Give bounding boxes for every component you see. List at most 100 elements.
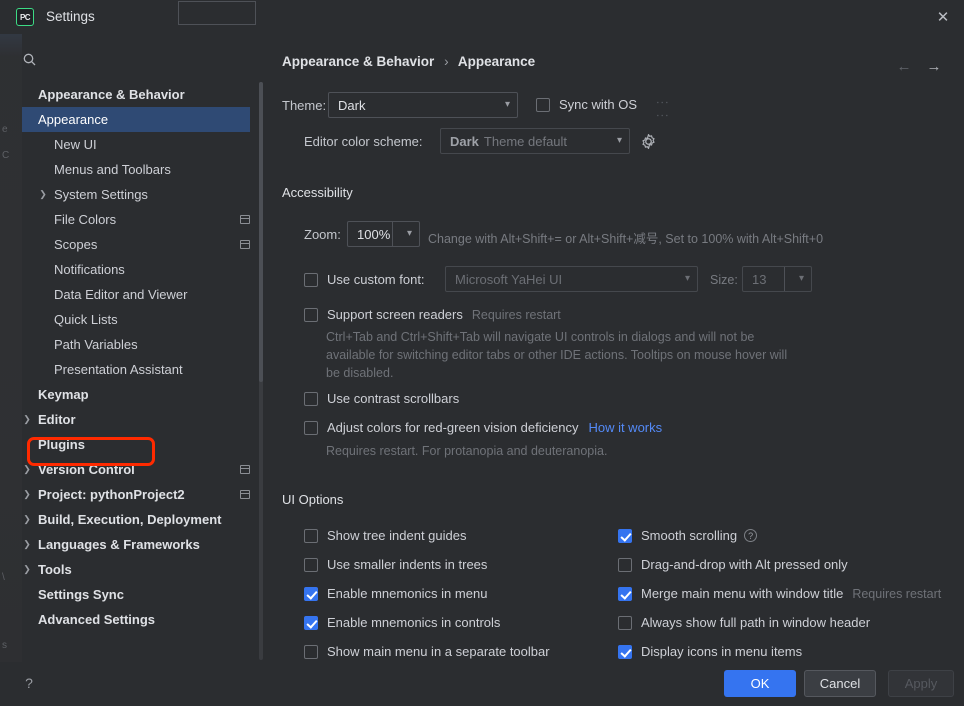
chevron-right-icon[interactable]: ❯ bbox=[22, 407, 32, 432]
use-contrast-scrollbars-checkbox[interactable]: Use contrast scrollbars bbox=[304, 391, 459, 406]
search-field-frame[interactable] bbox=[178, 1, 256, 25]
zoom-dropdown[interactable]: 100% ▾ bbox=[347, 221, 420, 247]
sidebar-item-tools[interactable]: ❯ Tools bbox=[22, 557, 266, 582]
help-icon[interactable]: ? bbox=[20, 674, 38, 692]
close-icon[interactable]: ✕ bbox=[932, 6, 954, 28]
project-scope-icon bbox=[240, 465, 250, 474]
red-green-deficiency-description: Requires restart. For protanopia and deu… bbox=[326, 444, 608, 458]
sidebar-item-project-pythonproject2[interactable]: ❯ Project: pythonProject2 bbox=[22, 482, 266, 507]
sidebar-item-label: Tools bbox=[38, 562, 72, 577]
project-scope-icon bbox=[240, 490, 250, 499]
apply-button: Apply bbox=[888, 670, 954, 697]
settings-tree[interactable]: Appearance & Behavior Appearance New UI Men… bbox=[22, 82, 266, 660]
color-scheme-dropdown[interactable]: Dark Theme default ▾ bbox=[440, 128, 630, 154]
breadcrumb-current: Appearance bbox=[457, 54, 536, 69]
sidebar-item-build-execution-deployment[interactable]: ❯ Build, Execution, Deployment bbox=[22, 507, 266, 532]
chevron-right-icon[interactable]: ❯ bbox=[22, 557, 32, 582]
ui-option-drag-and-drop-with-alt-pressed-only[interactable]: Drag-and-drop with Alt pressed only bbox=[618, 550, 941, 579]
ui-option-smooth-scrolling[interactable]: Smooth scrolling? bbox=[618, 521, 941, 550]
zoom-hint: Change with Alt+Shift+= or Alt+Shift+减号,… bbox=[428, 232, 824, 246]
ui-option-use-smaller-indents-in-trees[interactable]: Use smaller indents in trees bbox=[304, 550, 550, 579]
custom-font-dropdown[interactable]: Microsoft YaHei UI ▾ bbox=[445, 266, 698, 292]
ui-option-always-show-full-path-in-window-header[interactable]: Always show full path in window header bbox=[618, 608, 941, 637]
arrow-left-icon[interactable]: ← bbox=[892, 56, 916, 76]
sidebar-item-editor[interactable]: ❯ Editor bbox=[22, 407, 266, 432]
breadcrumb-separator: › bbox=[444, 54, 449, 69]
help-icon[interactable]: ? bbox=[744, 529, 758, 542]
ui-option-label: Smooth scrolling bbox=[641, 528, 738, 543]
use-custom-font-label: Use custom font: bbox=[327, 272, 425, 287]
search-input[interactable] bbox=[44, 48, 192, 74]
checkbox-box bbox=[618, 644, 632, 659]
sidebar-item-label: System Settings bbox=[54, 187, 148, 202]
ui-option-enable-mnemonics-in-menu[interactable]: Enable mnemonics in menu bbox=[304, 579, 550, 608]
how-it-works-link[interactable]: How it works bbox=[588, 420, 662, 435]
gear-icon[interactable] bbox=[640, 133, 657, 150]
sidebar-item-advanced-settings[interactable]: Advanced Settings bbox=[22, 607, 266, 632]
sidebar-scrollbar-thumb[interactable] bbox=[259, 82, 263, 382]
sidebar-item-appearance[interactable]: Appearance bbox=[22, 107, 250, 132]
sidebar-item-label: Appearance & Behavior bbox=[38, 87, 185, 102]
bleed-glyph: s bbox=[2, 640, 7, 651]
sidebar-item-data-editor-and-viewer[interactable]: Data Editor and Viewer bbox=[22, 282, 266, 307]
ui-option-label: Display icons in menu items bbox=[641, 644, 803, 659]
sidebar-item-label: Menus and Toolbars bbox=[54, 162, 171, 177]
chevron-right-icon[interactable]: ❯ bbox=[22, 507, 32, 532]
checkbox-box bbox=[304, 586, 318, 601]
ui-option-enable-mnemonics-in-controls[interactable]: Enable mnemonics in controls bbox=[304, 608, 550, 637]
zoom-label: Zoom: bbox=[304, 227, 341, 242]
sidebar-item-file-colors[interactable]: File Colors bbox=[22, 207, 266, 232]
sync-with-os-checkbox[interactable]: Sync with OS bbox=[536, 97, 637, 112]
sidebar-item-notifications[interactable]: Notifications bbox=[22, 257, 266, 282]
sidebar-item-presentation-assistant[interactable]: Presentation Assistant bbox=[22, 357, 266, 382]
font-size-dropdown[interactable]: 13 ▾ bbox=[742, 266, 812, 292]
sidebar-item-label: Appearance bbox=[38, 112, 109, 127]
custom-font-value: Microsoft YaHei UI bbox=[455, 271, 563, 287]
sidebar-item-settings-sync[interactable]: Settings Sync bbox=[22, 582, 266, 607]
ui-option-show-tree-indent-guides[interactable]: Show tree indent guides bbox=[304, 521, 550, 550]
ok-button[interactable]: OK bbox=[724, 670, 796, 697]
sidebar-item-new-ui[interactable]: New UI bbox=[22, 132, 266, 157]
checkbox-box bbox=[618, 528, 632, 543]
sidebar-item-system-settings[interactable]: ❯ System Settings bbox=[22, 182, 266, 207]
ui-option-label: Always show full path in window header bbox=[641, 615, 871, 630]
chevron-right-icon[interactable]: ❯ bbox=[22, 532, 32, 557]
sidebar-item-path-variables[interactable]: Path Variables bbox=[22, 332, 266, 357]
sidebar-item-version-control[interactable]: ❯ Version Control bbox=[22, 457, 266, 482]
sidebar-item-languages-frameworks[interactable]: ❯ Languages & Frameworks bbox=[22, 532, 266, 557]
ui-option-label: Drag-and-drop with Alt pressed only bbox=[641, 557, 848, 572]
pycharm-icon-text: PC bbox=[19, 12, 31, 22]
sidebar-item-label: New UI bbox=[54, 137, 97, 152]
sidebar-item-label: Plugins bbox=[38, 437, 85, 452]
cancel-button[interactable]: Cancel bbox=[804, 670, 876, 697]
breadcrumb-parent[interactable]: Appearance & Behavior bbox=[282, 54, 434, 69]
sidebar-item-appearance-behavior[interactable]: Appearance & Behavior bbox=[22, 82, 266, 107]
chevron-right-icon[interactable]: ❯ bbox=[38, 182, 48, 207]
sidebar-item-quick-lists[interactable]: Quick Lists bbox=[22, 307, 266, 332]
chevron-right-icon[interactable]: ❯ bbox=[22, 482, 32, 507]
sidebar-item-keymap[interactable]: Keymap bbox=[22, 382, 266, 407]
font-size-label: Size: bbox=[710, 273, 738, 287]
chevron-right-icon[interactable]: ❯ bbox=[22, 457, 32, 482]
ui-option-label: Enable mnemonics in controls bbox=[327, 615, 501, 630]
support-screen-readers-checkbox[interactable]: Support screen readers Requires restart bbox=[304, 307, 561, 322]
sidebar-item-menus-and-toolbars[interactable]: Menus and Toolbars bbox=[22, 157, 266, 182]
divider bbox=[784, 267, 785, 291]
sidebar-item-plugins[interactable]: Plugins bbox=[22, 432, 266, 457]
support-screen-readers-description: Ctrl+Tab and Ctrl+Shift+Tab will navigat… bbox=[326, 330, 788, 380]
red-green-deficiency-checkbox-box bbox=[304, 420, 318, 435]
arrow-right-icon[interactable]: → bbox=[922, 56, 946, 76]
red-green-deficiency-checkbox[interactable]: Adjust colors for red-green vision defic… bbox=[304, 420, 662, 435]
sidebar-item-label: Editor bbox=[38, 412, 76, 427]
search-box[interactable] bbox=[18, 48, 254, 74]
ui-option-label: Use smaller indents in trees bbox=[327, 557, 488, 572]
sidebar-item-scopes[interactable]: Scopes bbox=[22, 232, 266, 257]
use-custom-font-checkbox[interactable]: Use custom font: bbox=[304, 272, 425, 287]
nav-arrows: ← → bbox=[892, 56, 954, 76]
sidebar-item-label: Build, Execution, Deployment bbox=[38, 512, 222, 527]
ui-options-section-title: UI Options bbox=[282, 492, 344, 507]
sidebar-item-label: Data Editor and Viewer bbox=[54, 287, 188, 302]
dialog-footer: ? OK Cancel Apply bbox=[0, 662, 964, 706]
theme-dropdown[interactable]: Dark ▾ bbox=[328, 92, 518, 118]
ui-option-merge-main-menu-with-window-title[interactable]: Merge main menu with window title Require… bbox=[618, 579, 941, 608]
